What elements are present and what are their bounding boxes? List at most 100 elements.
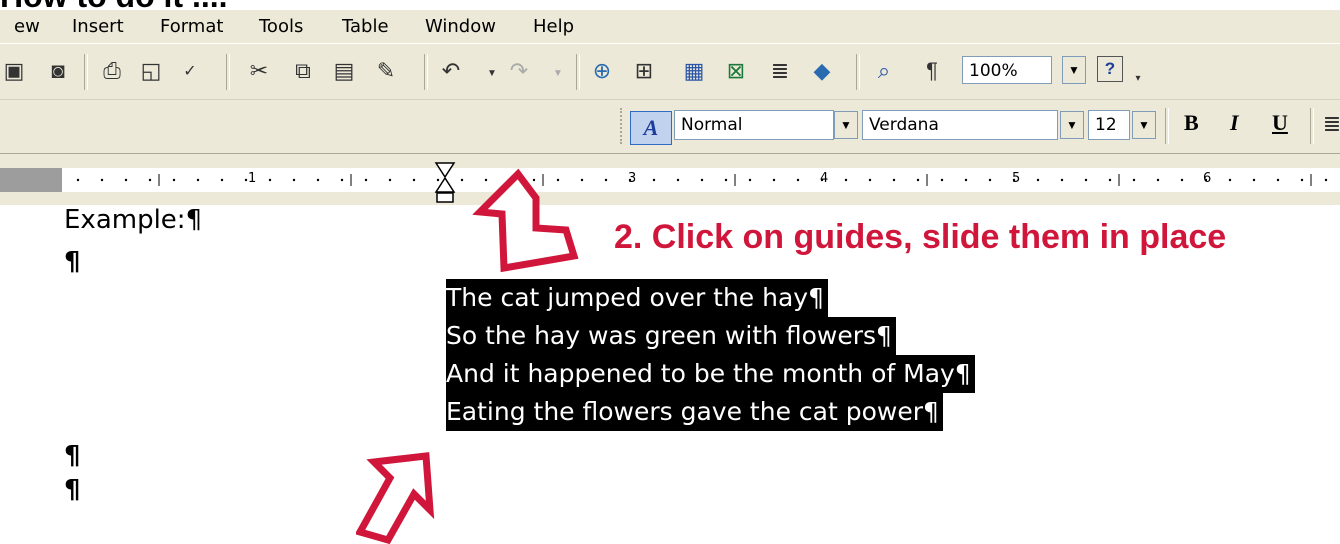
toolbar-separator — [84, 54, 88, 90]
horizontal-ruler[interactable]: 1 3 4 5 6 — [0, 168, 1340, 192]
show-hide-icon[interactable]: ¶ — [918, 57, 946, 85]
menu-format[interactable]: Format — [160, 16, 223, 37]
font-size-dropdown-icon[interactable]: ▼ — [1132, 111, 1156, 139]
empty-paragraph-mark: ¶ — [64, 441, 81, 471]
save-icon[interactable]: ▣ — [0, 57, 28, 85]
ruler-tick — [652, 178, 656, 182]
selected-line[interactable]: Eating the flowers gave the cat power¶ — [446, 393, 943, 431]
empty-paragraph-mark: ¶ — [64, 247, 81, 277]
ruler-tick — [388, 178, 392, 182]
ruler-ticks — [76, 174, 1328, 186]
print-preview-icon[interactable]: ◱ — [137, 57, 165, 85]
ruler-tick — [724, 178, 728, 182]
spelling-icon[interactable]: ✓ — [176, 57, 204, 85]
insert-excel-icon[interactable]: ⊠ — [722, 57, 750, 85]
font-combo[interactable]: Verdana — [862, 110, 1058, 140]
toolbar-separator — [1310, 108, 1314, 144]
ruler-tick — [460, 178, 464, 182]
ruler-tick — [148, 178, 152, 182]
menu-tools[interactable]: Tools — [259, 16, 303, 37]
ruler-tick — [340, 178, 344, 182]
ruler-number: 6 — [1203, 171, 1212, 186]
selected-line[interactable]: And it happened to be the month of May¶ — [446, 355, 975, 393]
ruler-tick — [940, 178, 944, 182]
hyperlink-icon[interactable]: ⊕ — [588, 57, 616, 85]
menu-insert[interactable]: Insert — [72, 16, 124, 37]
style-dropdown-icon[interactable]: ▼ — [834, 111, 858, 139]
ruler-tick — [244, 178, 248, 182]
zoom-dropdown-icon[interactable]: ▼ — [1062, 56, 1086, 84]
style-combo[interactable]: Normal — [674, 110, 834, 140]
ruler-tick — [316, 178, 320, 182]
font-dropdown-icon[interactable]: ▼ — [1060, 111, 1084, 139]
ruler-tick — [604, 178, 608, 182]
ruler-tick — [1036, 178, 1040, 182]
print-icon[interactable]: ⎙ — [98, 57, 126, 85]
ruler-number: 1 — [248, 171, 257, 186]
ruler-tick — [1084, 178, 1088, 182]
ruler-tick — [220, 178, 224, 182]
ruler-tick — [124, 178, 128, 182]
drawing-icon[interactable]: ◆ — [808, 57, 836, 85]
zoom-combo[interactable]: 100% — [962, 56, 1052, 84]
ruler-tick — [772, 178, 776, 182]
pointer-arrow-icon — [472, 168, 579, 273]
ruler-tick — [76, 178, 80, 182]
help-icon[interactable]: ? — [1097, 56, 1123, 82]
permission-icon[interactable]: ◙ — [44, 57, 72, 85]
ruler-tick — [1108, 178, 1112, 182]
ruler-tick — [1156, 178, 1160, 182]
instruction-annotation: 2. Click on guides, slide them in place — [614, 218, 1227, 256]
italic-button[interactable]: I — [1230, 110, 1239, 136]
cut-icon[interactable]: ✂ — [245, 57, 273, 85]
align-left-icon[interactable]: ≣ — [1318, 110, 1340, 138]
ruler-tick — [700, 178, 704, 182]
ruler-number: 5 — [1012, 171, 1021, 186]
redo-dropdown-icon[interactable]: ▼ — [544, 59, 572, 87]
ruler-tick — [1228, 178, 1232, 182]
indent-marker-icon[interactable] — [434, 162, 456, 204]
copy-icon[interactable]: ⧉ — [289, 57, 317, 85]
ruler-tick — [988, 178, 992, 182]
paste-icon[interactable]: ▤ — [330, 57, 358, 85]
document-map-icon[interactable]: ⌕ — [870, 57, 898, 85]
ruler-tick — [892, 178, 896, 182]
menu-table[interactable]: Table — [342, 16, 389, 37]
menu-window[interactable]: Window — [425, 16, 496, 37]
example-heading: Example:¶ — [64, 205, 203, 235]
ruler-tick — [748, 178, 752, 182]
font-size-combo[interactable]: 12 — [1088, 110, 1130, 140]
ruler-tick — [1276, 178, 1280, 182]
ruler-tick — [292, 178, 296, 182]
ruler-tick — [364, 178, 368, 182]
insert-table-icon[interactable]: ▦ — [680, 57, 708, 85]
toolbar-options-icon[interactable]: ▾ — [1124, 64, 1152, 92]
toolbar-separator — [1165, 108, 1169, 144]
ruler-tick — [916, 178, 920, 182]
selected-line[interactable]: The cat jumped over the hay¶ — [446, 279, 829, 317]
bold-button[interactable]: B — [1184, 110, 1199, 136]
lower-arrow-icon — [356, 452, 435, 544]
format-painter-icon[interactable]: ✎ — [372, 57, 400, 85]
standard-toolbar: ▣ ◙ ⎙ ◱ ✓ ✂ ⧉ ▤ ✎ ↶ ▼ ↷ ▼ ⊕ ⊞ ▦ ⊠ ≣ ◆ ⌕ … — [0, 44, 1340, 100]
columns-icon[interactable]: ≣ — [766, 57, 794, 85]
styles-formatting-icon[interactable]: A — [630, 111, 672, 145]
ruler-tick — [412, 178, 416, 182]
toolbar-separator — [576, 54, 580, 90]
selected-line[interactable]: So the hay was green with flowers¶ — [446, 317, 896, 355]
ruler-tick — [964, 178, 968, 182]
menu-help[interactable]: Help — [533, 16, 574, 37]
ruler-tick — [1132, 178, 1136, 182]
underline-button[interactable]: U — [1272, 110, 1288, 136]
undo-dropdown-icon[interactable]: ▼ — [478, 59, 506, 87]
formatting-toolbar: A Normal ▼ Verdana ▼ 12 ▼ B I U ≣ — [0, 100, 1340, 153]
ruler-tick — [1180, 178, 1184, 182]
menu-view[interactable]: ew — [14, 16, 40, 37]
ruler-tick — [1300, 178, 1304, 182]
ruler-area: 1 3 4 5 6 — [0, 153, 1340, 206]
tables-borders-icon[interactable]: ⊞ — [630, 57, 658, 85]
toolbar-grip[interactable] — [620, 108, 626, 144]
ruler-tick — [100, 178, 104, 182]
undo-icon[interactable]: ↶ — [437, 57, 465, 85]
redo-icon[interactable]: ↷ — [505, 57, 533, 85]
